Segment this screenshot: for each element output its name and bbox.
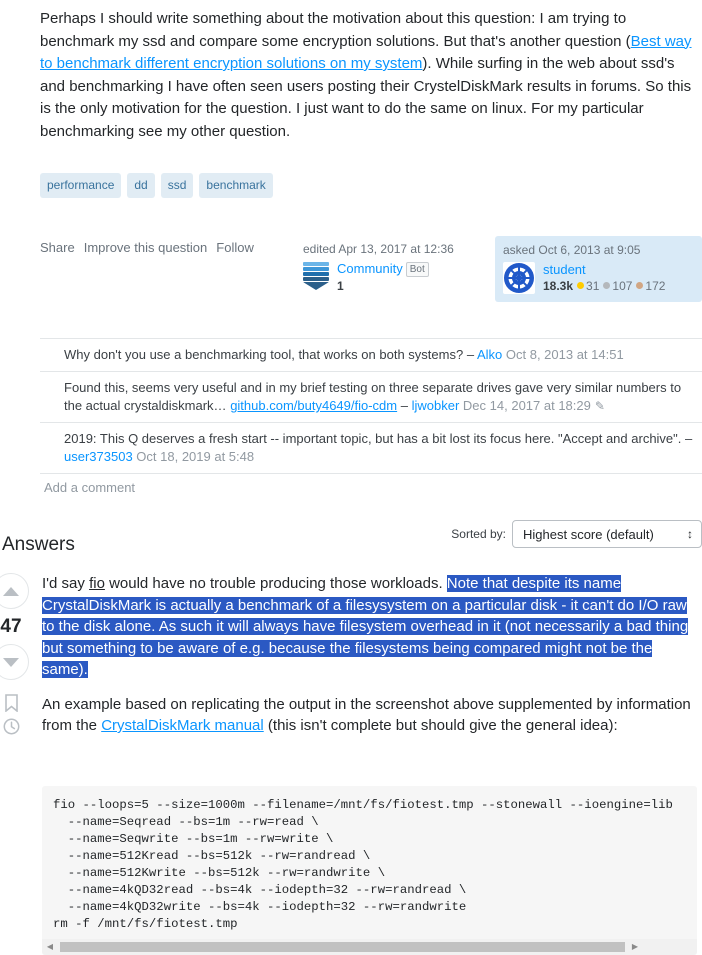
comment-item: 2019: This Q deserves a fresh start -- i…	[40, 423, 702, 474]
tag-benchmark[interactable]: benchmark	[199, 173, 273, 198]
upvote-button[interactable]	[0, 573, 29, 609]
asked-signature-card: asked Oct 6, 2013 at 9:05 student 18.3k 3…	[495, 236, 702, 302]
question-paragraph: Perhaps I should write something about t…	[40, 8, 695, 143]
answers-sort-control: Sorted by: Highest score (default) ↕	[451, 520, 702, 548]
share-link[interactable]: Share	[40, 240, 75, 255]
tag-list: performance dd ssd benchmark	[40, 173, 273, 198]
comment-list: Why don't you use a benchmarking tool, t…	[40, 338, 702, 474]
comment-timestamp: Oct 8, 2013 at 14:51	[505, 347, 624, 362]
history-button[interactable]	[0, 718, 32, 735]
answer-vote-column: 47	[0, 573, 32, 735]
arrow-up-icon	[3, 586, 19, 596]
edited-signature: edited Apr 13, 2017 at 12:36 Community Bo…	[303, 242, 488, 293]
silver-badge-count: 107	[612, 279, 633, 293]
bot-badge: Bot	[405, 262, 429, 277]
arrow-down-icon	[3, 657, 19, 667]
answer-vote-count: 47	[0, 616, 22, 637]
scroll-left-arrow-icon[interactable]: ◀	[42, 943, 58, 951]
edit-pencil-icon[interactable]: ✎	[595, 399, 605, 413]
question-text-part-1: Perhaps I should write something about t…	[40, 10, 631, 50]
asked-timestamp: asked Oct 6, 2013 at 9:05	[503, 243, 641, 257]
asked-user-reputation: 18.3k	[543, 279, 574, 293]
comment-timestamp: Oct 18, 2019 at 5:48	[136, 449, 255, 464]
code-horizontal-scrollbar[interactable]: ◀ ▶	[42, 939, 697, 955]
crystaldiskmark-manual-link[interactable]: CrystalDiskMark manual	[101, 717, 264, 734]
improve-question-link[interactable]: Improve this question	[84, 240, 208, 255]
comment-inline-link[interactable]: github.com/buty4649/fio-cdm	[230, 398, 397, 413]
follow-link[interactable]: Follow	[216, 240, 254, 255]
answer-p2-text-b: (this isn't complete but should give the…	[263, 717, 618, 734]
code-block: fio --loops=5 --size=1000m --filename=/m…	[42, 786, 697, 955]
tag-ssd[interactable]: ssd	[160, 173, 194, 198]
question-actions: Share Improve this question Follow	[40, 240, 254, 255]
code-content: fio --loops=5 --size=1000m --filename=/m…	[53, 798, 673, 931]
add-comment-link[interactable]: Add a comment	[44, 480, 135, 495]
scroll-right-arrow-icon[interactable]: ▶	[627, 943, 643, 951]
tag-dd[interactable]: dd	[127, 173, 155, 198]
downvote-button[interactable]	[0, 644, 29, 680]
answer-body: I'd say fio would have no trouble produc…	[42, 573, 695, 750]
question-body: Perhaps I should write something about t…	[40, 8, 695, 157]
comment-timestamp: Dec 14, 2017 at 18:29	[462, 398, 591, 413]
answers-header: Answers Sorted by: Highest score (defaul…	[0, 518, 702, 558]
bronze-badge-count: 172	[645, 279, 666, 293]
comment-author-link[interactable]: Alko	[477, 347, 502, 362]
answer-paragraph-2: An example based on replicating the outp…	[42, 694, 695, 737]
comment-item: Why don't you use a benchmarking tool, t…	[40, 339, 702, 372]
tag-performance[interactable]: performance	[40, 173, 122, 198]
comment-text: Why don't you use a benchmarking tool, t…	[64, 347, 464, 362]
bookmark-icon	[4, 694, 18, 712]
bronze-badge-icon	[636, 282, 644, 289]
sort-select-value: Highest score (default)	[523, 526, 654, 542]
edited-user-line: Community Bot	[337, 261, 429, 277]
updown-caret-icon: ↕	[687, 527, 693, 541]
comment-dash: –	[685, 431, 693, 446]
bookmark-button[interactable]	[0, 694, 32, 712]
comment-text: 2019: This Q deserves a fresh start -- i…	[64, 431, 682, 446]
silver-badge-icon	[603, 282, 611, 289]
comment-dash: –	[466, 347, 475, 362]
badge-counts: 31 107 172	[573, 279, 665, 293]
comment-author-link[interactable]: ljwobker	[412, 398, 460, 413]
student-avatar-icon[interactable]	[503, 262, 535, 294]
sort-select[interactable]: Highest score (default) ↕	[512, 520, 702, 548]
history-clock-icon	[3, 718, 19, 735]
answer-paragraph-1: I'd say fio would have no trouble produc…	[42, 573, 695, 681]
comment-item: Found this, seems very useful and in my …	[40, 372, 702, 423]
gold-badge-count: 31	[586, 279, 600, 293]
scrollbar-thumb[interactable]	[60, 942, 625, 952]
asked-user-stats: 18.3k 31 107 172	[543, 279, 665, 293]
community-avatar-icon[interactable]	[303, 261, 329, 291]
fio-link[interactable]: fio	[89, 575, 105, 592]
sorted-by-label: Sorted by:	[451, 527, 506, 541]
comment-author-link[interactable]: user373503	[64, 449, 133, 464]
edited-timestamp: edited Apr 13, 2017 at 12:36	[303, 242, 454, 256]
asked-user-link[interactable]: student	[543, 262, 665, 277]
answer-p1-text-a: I'd say	[42, 575, 90, 592]
comment-dash: –	[400, 398, 408, 413]
edited-user-link[interactable]: Community	[337, 261, 403, 276]
answer-p1-text-b: would have no trouble producing those wo…	[104, 575, 447, 592]
gold-badge-icon	[577, 282, 585, 289]
edited-user-reputation: 1	[337, 279, 344, 293]
answers-title: Answers	[2, 533, 75, 555]
